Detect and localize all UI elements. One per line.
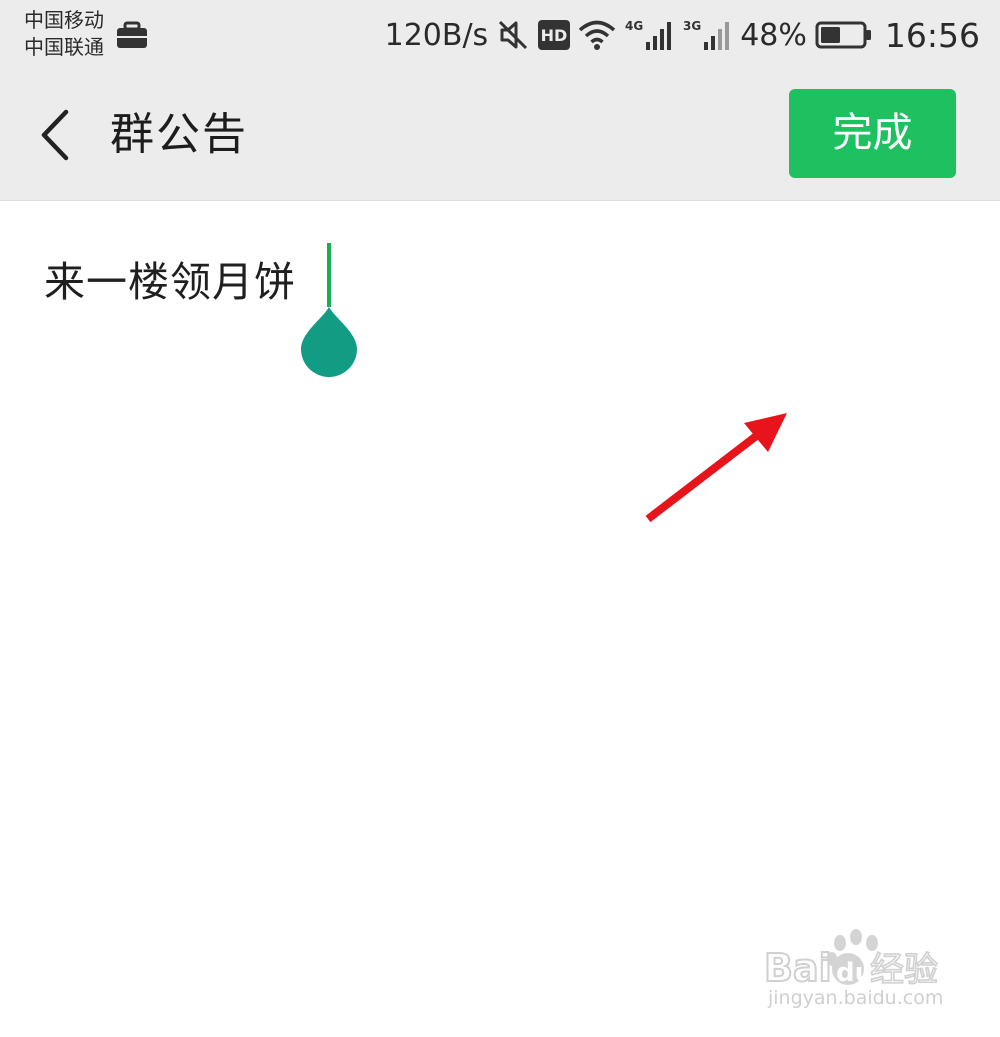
watermark: Bai du 经验 jingyan.baidu.com xyxy=(760,925,960,1020)
watermark-url: jingyan.baidu.com xyxy=(768,987,944,1009)
text-cursor xyxy=(327,243,331,307)
selection-handle-icon xyxy=(301,307,357,377)
title-bar: 群公告 完成 xyxy=(0,72,1000,201)
battery-icon xyxy=(815,21,871,49)
signal-3g-label: 3G xyxy=(683,19,701,33)
svg-text:du: du xyxy=(836,958,873,988)
signal-4g-label: 4G xyxy=(625,19,643,33)
baidu-jingyan-logo: Bai du 经验 xyxy=(763,929,939,991)
wifi-icon xyxy=(579,20,616,50)
status-bar: 中国移动 中国联通 120B/s HD 4G 3G 48% 16:56 xyxy=(0,0,1000,72)
back-button[interactable] xyxy=(30,102,90,168)
hd-badge-text: HD xyxy=(541,26,568,45)
done-button[interactable]: 完成 xyxy=(789,89,956,178)
hd-icon: HD xyxy=(538,20,571,50)
signal-4g-icon: 4G xyxy=(625,19,672,50)
briefcase-icon xyxy=(117,21,147,48)
cursor-handle[interactable] xyxy=(300,305,358,377)
carrier-2-label: 中国联通 xyxy=(24,35,104,59)
clock: 16:56 xyxy=(884,15,980,55)
mute-icon xyxy=(499,20,528,50)
signal-3g-icon: 3G xyxy=(683,19,730,50)
svg-text:Bai: Bai xyxy=(764,946,832,990)
announcement-text[interactable]: 来一楼领月饼 xyxy=(44,254,296,310)
status-indicators: 120B/s HD 4G 3G 48% 16:56 xyxy=(385,12,980,58)
announcement-editor[interactable]: 来一楼领月饼 xyxy=(0,201,1000,1037)
network-speed: 120B/s xyxy=(384,17,489,53)
battery-percentage: 48% xyxy=(740,17,807,53)
annotation-arrow xyxy=(645,413,787,523)
carrier-info: 中国移动 中国联通 xyxy=(24,7,104,61)
svg-text:经验: 经验 xyxy=(870,950,938,990)
chevron-left-icon xyxy=(41,109,69,161)
carrier-1-label: 中国移动 xyxy=(24,8,104,32)
page-title: 群公告 xyxy=(110,109,248,160)
